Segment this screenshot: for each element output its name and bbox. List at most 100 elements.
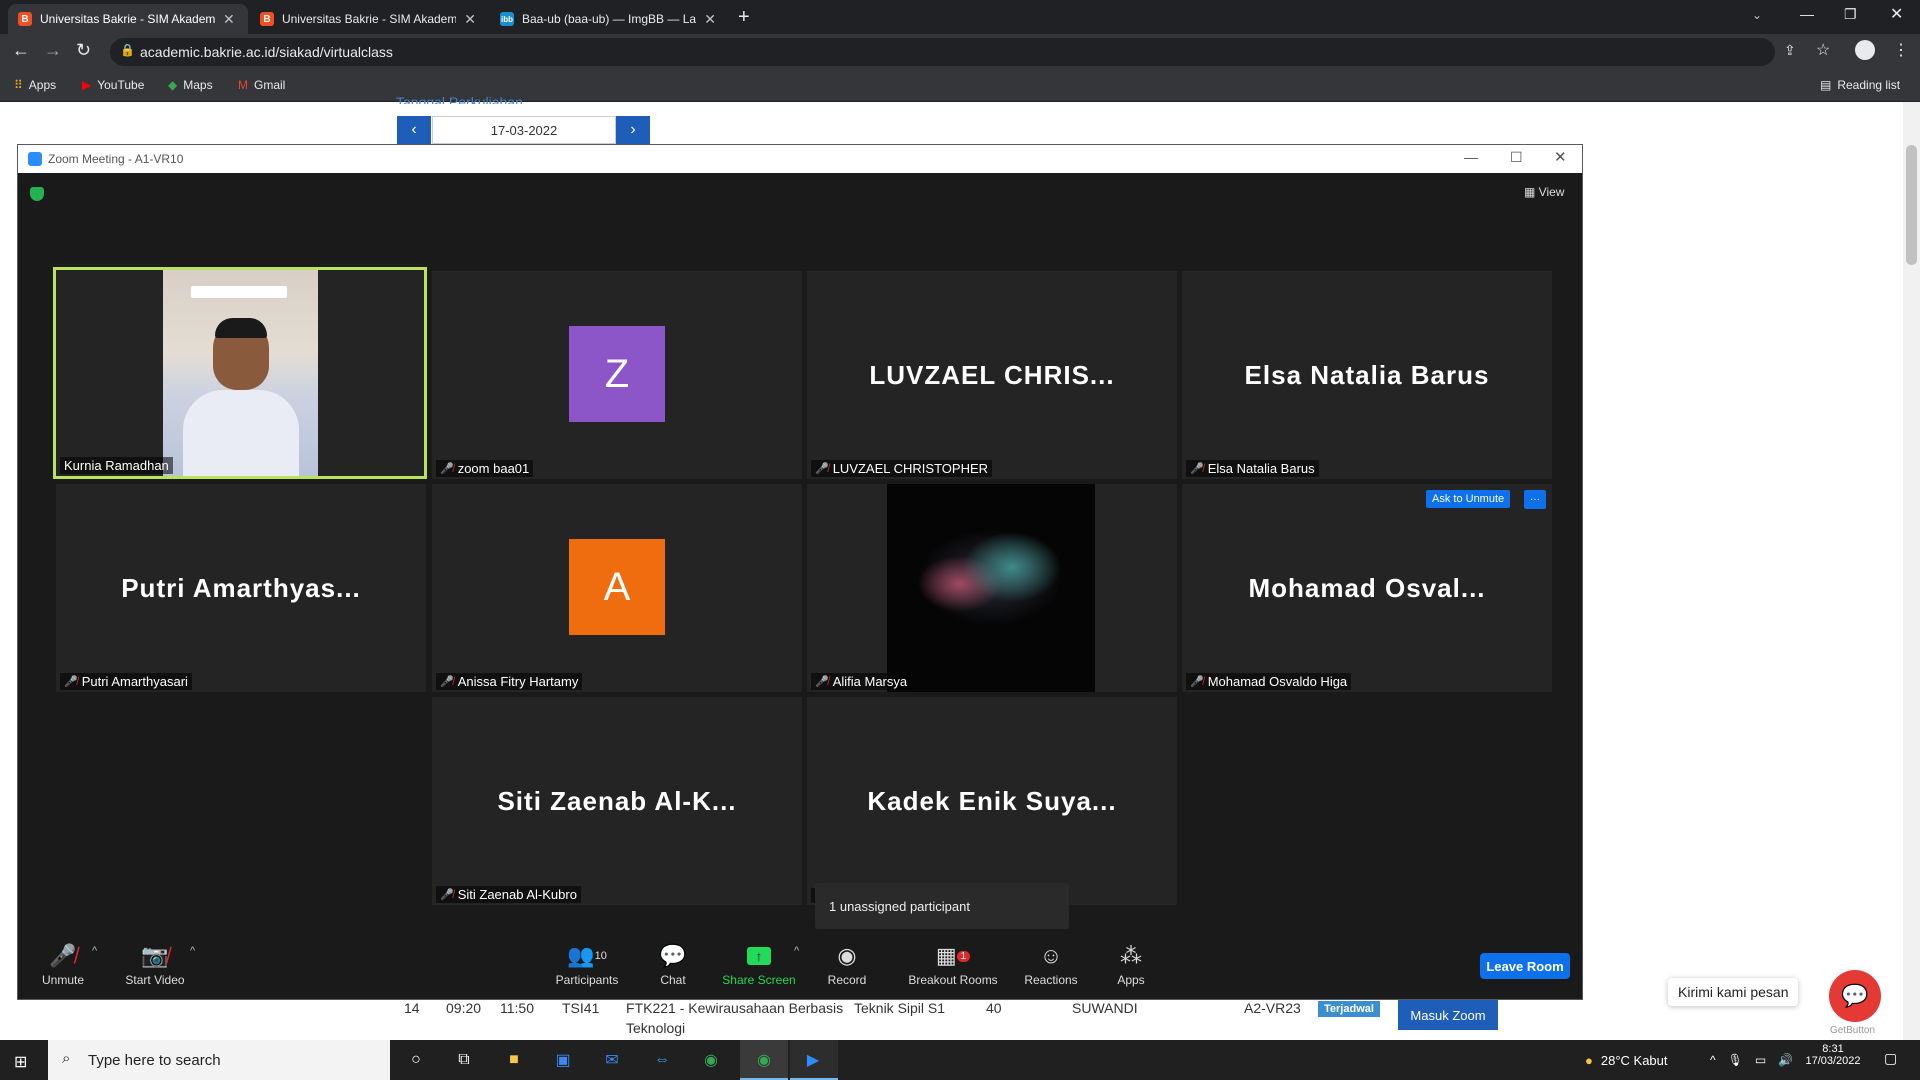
weather-widget[interactable]: ● 28°C Kabut xyxy=(1585,1040,1668,1080)
close-tab-icon[interactable]: ✕ xyxy=(704,11,716,28)
zoom-close-icon[interactable]: ✕ xyxy=(1554,148,1567,166)
clock-time: 8:31 xyxy=(1822,1043,1844,1055)
share-icon[interactable]: ⇪ xyxy=(1784,42,1796,59)
mail-icon[interactable]: ✉ xyxy=(599,1048,625,1072)
encryption-shield-icon[interactable] xyxy=(30,187,44,201)
row-course-cont: Teknologi xyxy=(626,1020,686,1036)
view-button[interactable]: ▦ View xyxy=(1524,185,1564,199)
leave-room-button[interactable]: Leave Room xyxy=(1480,953,1570,979)
file-explorer-icon[interactable]: ■ xyxy=(501,1048,527,1072)
volume-icon[interactable]: 🔊 xyxy=(1778,1053,1793,1067)
zoom-title: Zoom Meeting - A1-VR10 xyxy=(48,152,184,166)
tab-title: Universitas Bakrie - SIM Akadem xyxy=(281,12,457,26)
bookmark-maps[interactable]: ◆ Maps xyxy=(168,70,213,100)
bookmark-apps[interactable]: ⠿ Apps xyxy=(14,70,56,100)
person-hair xyxy=(215,318,267,338)
audio-options-caret-icon[interactable]: ^ xyxy=(92,945,97,957)
store-icon[interactable]: ▣ xyxy=(550,1048,576,1072)
video-tile-siti[interactable]: Siti Zaenab Al-K... 🎤̸ Siti Zaenab Al-Kub… xyxy=(432,697,802,905)
ask-to-unmute-button[interactable]: Ask to Unmute xyxy=(1426,490,1511,508)
chat-button[interactable]: 💬 Chat xyxy=(628,943,718,987)
start-video-button[interactable]: 📷̸ Start Video xyxy=(110,943,200,987)
browser-tab-1[interactable]: B Universitas Bakrie - SIM Akadem ✕ xyxy=(8,4,248,34)
participant-name-tag: 🎤̸ zoom baa01 xyxy=(436,460,534,477)
reactions-button[interactable]: ☺ Reactions xyxy=(1006,943,1096,987)
task-view-icon[interactable]: ⧉ xyxy=(451,1048,477,1072)
row-room: TSI41 xyxy=(562,1000,600,1016)
browser-tab-2[interactable]: B Universitas Bakrie - SIM Akadem ✕ xyxy=(250,4,486,34)
participant-display-name: Elsa Natalia Barus xyxy=(1244,359,1490,390)
windows-start-icon[interactable]: ⊞ xyxy=(14,1052,27,1072)
next-date-button[interactable]: › xyxy=(616,116,650,144)
video-tile-putri[interactable]: Putri Amarthyas... 🎤̸ Putri Amarthyasari xyxy=(56,484,426,692)
blogger-favicon-icon: B xyxy=(18,12,32,26)
cortana-icon[interactable]: ○ xyxy=(403,1048,429,1072)
breakout-rooms-icon: ▦ 1 xyxy=(936,943,971,969)
video-tile-alifia[interactable]: 🎤̸ Alifia Marsya xyxy=(807,484,1177,692)
gmail-icon: M xyxy=(238,78,248,92)
more-options-button[interactable]: ··· xyxy=(1524,490,1546,509)
date-field[interactable]: 17-03-2022 xyxy=(432,116,616,144)
grid-view-icon: ▦ xyxy=(1524,185,1539,199)
prev-date-button[interactable]: ‹ xyxy=(397,116,431,144)
masuk-zoom-button[interactable]: Masuk Zoom xyxy=(1398,1000,1498,1030)
video-tile-mohamad[interactable]: Mohamad Osval... Ask to Unmute ··· 🎤̸ Moh… xyxy=(1182,484,1552,692)
video-tile-luvzael[interactable]: LUVZAEL CHRIS... 🎤̸ LUVZAEL CHRISTOPHER xyxy=(807,271,1177,479)
scrollbar-thumb[interactable] xyxy=(1906,145,1917,265)
teamviewer-icon[interactable]: ⇔ xyxy=(649,1048,675,1072)
participants-label: Participants xyxy=(555,973,619,987)
taskbar-search-box[interactable]: ⌕ Type here to search xyxy=(48,1040,390,1080)
video-tile-elsa[interactable]: Elsa Natalia Barus 🎤̸ Elsa Natalia Barus xyxy=(1182,271,1552,479)
bookmark-youtube[interactable]: ▶ YouTube xyxy=(82,70,144,100)
mic-muted-icon: 🎤̸ xyxy=(440,463,454,475)
search-placeholder: Type here to search xyxy=(88,1051,221,1069)
close-window-icon[interactable]: ✕ xyxy=(1890,4,1903,24)
chrome-icon[interactable]: ◉ xyxy=(698,1048,724,1072)
chat-bubble-icon[interactable]: 💬 xyxy=(1829,970,1881,1022)
share-screen-button[interactable]: ↑ Share Screen xyxy=(714,943,804,987)
zoom-app-icon: ▶ xyxy=(806,1052,820,1069)
video-tile-kadek[interactable]: Kadek Enik Suya... 🎤̸ xyxy=(807,697,1177,905)
video-tile-zoom-baa01[interactable]: Z 🎤̸ zoom baa01 xyxy=(432,271,802,479)
participant-name: Siti Zaenab Al-Kubro xyxy=(457,887,577,902)
share-options-caret-icon[interactable]: ^ xyxy=(794,945,799,957)
restore-icon[interactable]: ❐ xyxy=(1844,6,1857,23)
back-icon[interactable]: ← xyxy=(12,40,30,61)
clock[interactable]: 8:31 17/03/2022 xyxy=(1798,1043,1868,1067)
new-tab-icon[interactable]: + xyxy=(738,6,750,29)
tab-search-icon[interactable]: ⌄ xyxy=(1752,8,1762,22)
zoom-minimize-icon[interactable]: — xyxy=(1464,149,1478,165)
reading-list-icon: ▤ xyxy=(1820,78,1832,92)
participant-display-name: Putri Amarthyas... xyxy=(121,572,361,603)
share-screen-label: Share Screen xyxy=(722,973,796,987)
zoom-maximize-icon[interactable]: ☐ xyxy=(1510,149,1523,166)
browser-tab-3[interactable]: ibb Baa-ub (baa-ub) — ImgBB — Lan ✕ xyxy=(490,4,726,34)
breakout-rooms-button[interactable]: ▦ 1 Breakout Rooms xyxy=(898,943,1008,987)
menu-kebab-icon[interactable]: ⋮ xyxy=(1893,40,1909,60)
participants-button[interactable]: 👥 10 Participants xyxy=(542,943,632,987)
close-tab-icon[interactable]: ✕ xyxy=(223,11,235,28)
microphone-icon[interactable]: 🎙 xyxy=(1728,1053,1743,1067)
tray-chevron-icon[interactable]: ^ xyxy=(1710,1053,1716,1067)
bookmark-star-icon[interactable]: ☆ xyxy=(1816,40,1830,60)
mic-muted-icon: 🎤̸ xyxy=(815,676,829,688)
close-tab-icon[interactable]: ✕ xyxy=(464,11,476,28)
profile-avatar-icon[interactable] xyxy=(1855,40,1875,60)
minimize-icon[interactable]: — xyxy=(1800,6,1814,22)
address-bar[interactable]: 🔒 academic.bakrie.ac.id/siakad/virtualcl… xyxy=(110,38,1775,66)
chat-widget-label[interactable]: Kirimi kami pesan xyxy=(1668,978,1799,1006)
record-button[interactable]: ◉ Record xyxy=(802,943,892,987)
system-tray[interactable]: ^ 🎙 ▭ 🔊 xyxy=(1710,1040,1793,1080)
video-tile-anissa[interactable]: A 🎤̸ Anissa Fitry Hartamy xyxy=(432,484,802,692)
video-tile-kurnia[interactable]: Kurnia Ramadhan xyxy=(53,267,427,479)
forward-icon[interactable]: → xyxy=(44,40,62,61)
video-options-caret-icon[interactable]: ^ xyxy=(190,945,195,957)
reading-list-button[interactable]: ▤ Reading list xyxy=(1820,70,1900,100)
video-off-icon: 📷̸ xyxy=(141,943,169,968)
bookmark-gmail[interactable]: M Gmail xyxy=(238,70,285,100)
reload-icon[interactable]: ↻ xyxy=(76,40,91,61)
apps-button[interactable]: ⁂ Apps xyxy=(1086,943,1176,987)
chat-icon: 💬 xyxy=(659,943,687,968)
notification-icon[interactable]: ▢ xyxy=(1884,1050,1897,1067)
network-icon[interactable]: ▭ xyxy=(1755,1053,1766,1067)
